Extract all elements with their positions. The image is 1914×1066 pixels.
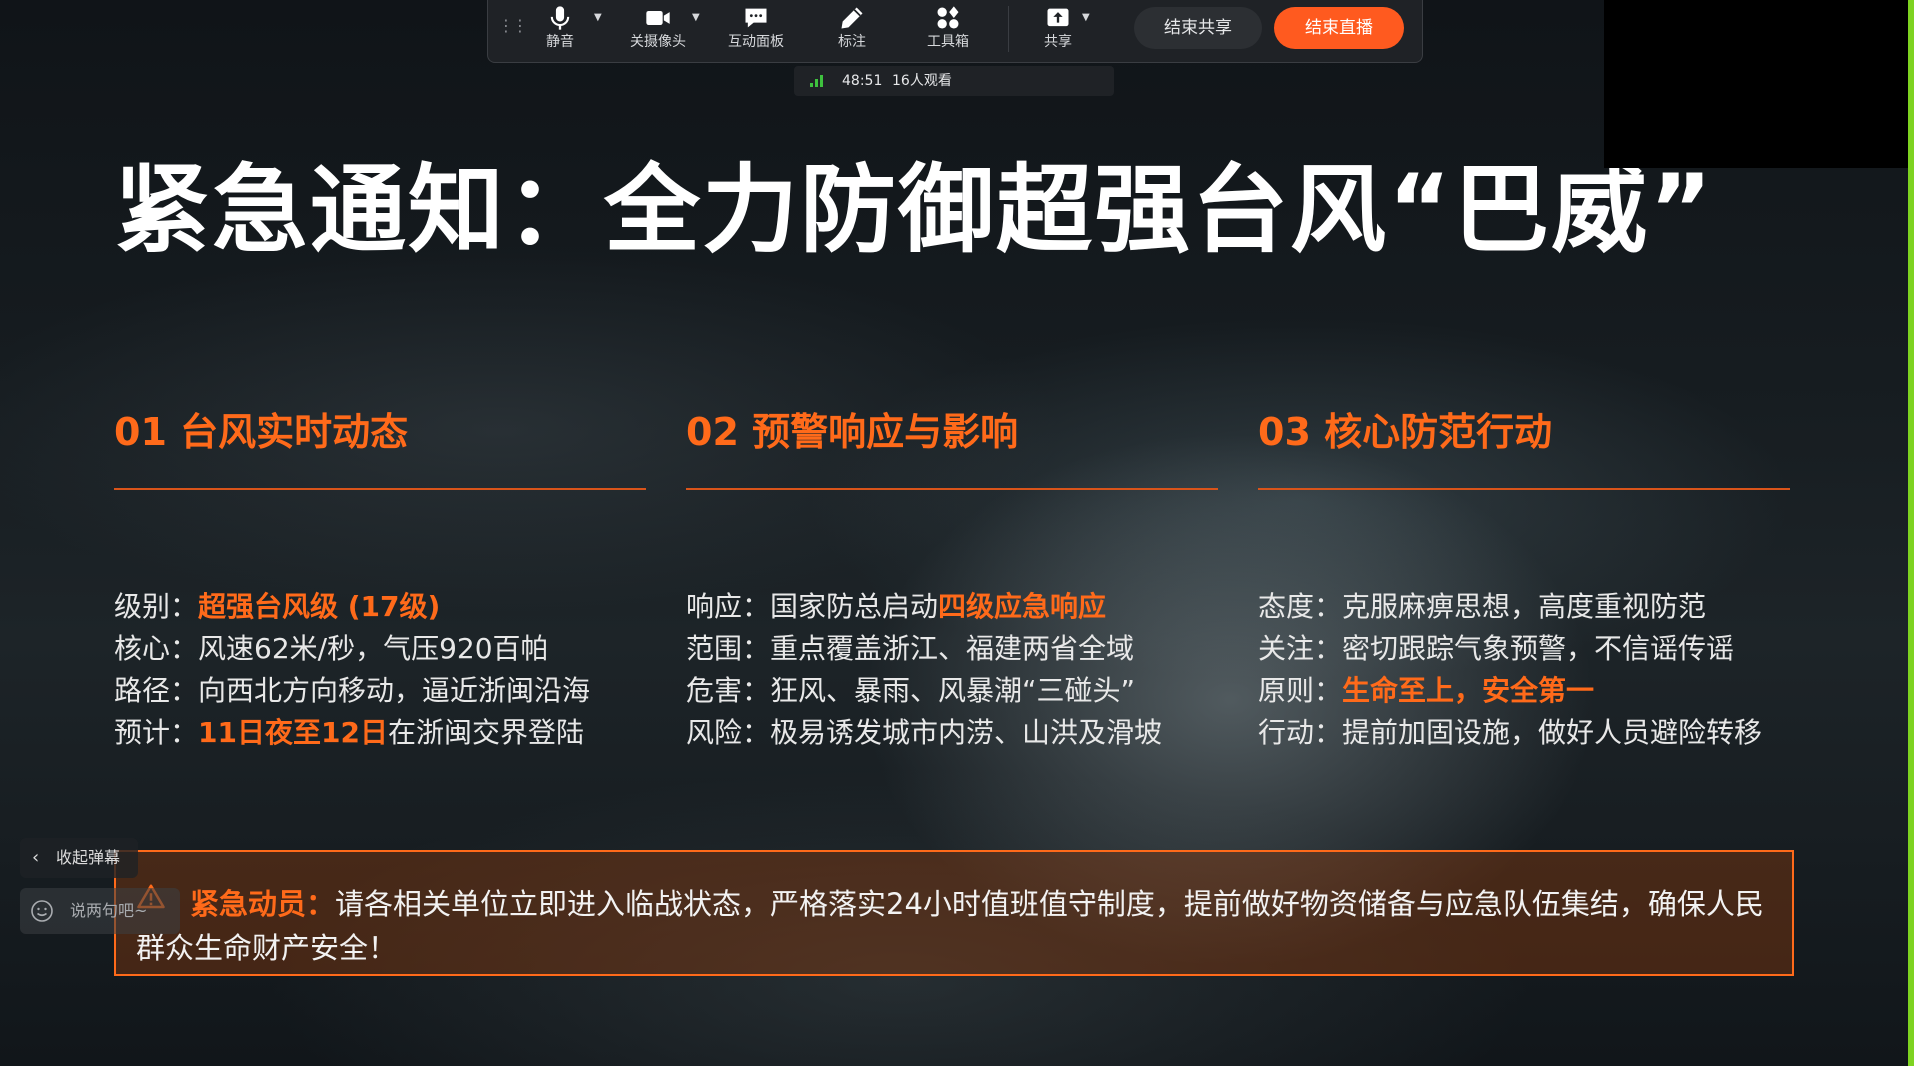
list-item: 核心：风速62米/秒，气压920百帕 — [114, 632, 549, 665]
column-divider — [114, 488, 646, 490]
column-heading: 03 核心防范行动 — [1258, 410, 1553, 454]
mute-button[interactable]: 静音 — [520, 0, 600, 62]
list-item: 风险：极易诱发城市内涝、山洪及滑坡 — [686, 716, 1163, 749]
emoji-icon — [31, 900, 53, 922]
live-status-bar: 48:51 16人观看 — [794, 66, 1114, 96]
emergency-label: 紧急动员： — [190, 887, 336, 921]
camera-options-chevron-down-icon[interactable]: ▼ — [692, 12, 700, 23]
share-options-chevron-down-icon[interactable]: ▼ — [1082, 12, 1090, 23]
emergency-notice-box: 紧急动员：请各相关单位立即进入临战状态，严格落实24小时值班值守制度，提前做好物… — [114, 850, 1794, 976]
signal-strength-icon — [810, 75, 826, 87]
column-core-actions: 03 核心防范行动 态度：克服麻痹思想，高度重视防范 关注：密切跟踪气象预警，不… — [1258, 402, 1790, 749]
annotate-button[interactable]: 标注 — [812, 0, 892, 62]
chevron-left-icon: ‹ — [32, 847, 40, 868]
mute-options-chevron-down-icon[interactable]: ▼ — [594, 12, 602, 23]
microphone-icon — [550, 6, 570, 30]
viewer-count: 16人观看 — [892, 73, 952, 89]
camera-icon — [646, 11, 670, 25]
column-list: 级别：超强台风级 (17级) 核心：风速62米/秒，气压920百帕 路径：向西北… — [114, 586, 674, 754]
column-divider — [1258, 488, 1790, 490]
camera-off-button[interactable]: 关摄像头 — [618, 0, 698, 62]
list-item: 关注：密切跟踪气象预警，不信谣传谣 — [1258, 632, 1735, 665]
list-item: 级别：超强台风级 (17级) — [114, 590, 441, 623]
column-heading: 02 预警响应与影响 — [686, 410, 1019, 454]
list-item: 范围：重点覆盖浙江、福建两省全域 — [686, 632, 1135, 665]
column-warning-response: 02 预警响应与影响 响应：国家防总启动四级应急响应 范围：重点覆盖浙江、福建两… — [686, 402, 1218, 749]
share-icon — [1047, 8, 1069, 27]
end-share-button[interactable]: 结束共享 — [1134, 7, 1262, 49]
column-list: 响应：国家防总启动四级应急响应 范围：重点覆盖浙江、福建两省全域 危害：狂风、暴… — [686, 586, 1246, 754]
toolbar-divider — [1008, 6, 1009, 52]
pen-icon — [841, 7, 863, 29]
danmaku-input[interactable]: 说两句吧~ — [20, 888, 180, 934]
column-typhoon-status: 01 台风实时动态 级别：超强台风级 (17级) 核心：风速62米/秒，气压92… — [114, 402, 646, 749]
toolbox-button[interactable]: 工具箱 — [908, 0, 988, 62]
list-item: 行动：提前加固设施，做好人员避险转移 — [1258, 716, 1763, 749]
camera-preview-area — [1604, 0, 1908, 168]
list-item: 原则：生命至上，安全第一 — [1258, 674, 1595, 707]
list-item: 危害：狂风、暴雨、风暴潮“三碰头” — [686, 674, 1136, 707]
slide-title: 紧急通知：全力防御超强台风“巴威” — [114, 154, 1715, 266]
end-live-button[interactable]: 结束直播 — [1274, 7, 1404, 49]
interaction-panel-button[interactable]: 互动面板 — [716, 0, 796, 62]
column-heading: 01 台风实时动态 — [114, 410, 409, 454]
emergency-notice-text: 紧急动员：请各相关单位立即进入临战状态，严格落实24小时值班值守制度，提前做好物… — [136, 887, 1764, 965]
column-divider — [686, 488, 1218, 490]
toolbox-icon — [937, 6, 959, 29]
chat-icon — [745, 8, 767, 28]
list-item: 态度：克服麻痹思想，高度重视防范 — [1258, 590, 1707, 623]
live-toolbar: ⋮⋮ 静音 ▼ 关摄像头 ▼ 互动面板 标注 工具箱 共享 ▼ 结束共享 结束直… — [487, 0, 1423, 63]
live-duration: 48:51 — [842, 73, 883, 89]
collapse-danmaku-button[interactable]: ‹ 收起弹幕 — [20, 838, 138, 878]
share-button[interactable]: 共享 — [1018, 0, 1098, 62]
share-border — [1908, 0, 1914, 1066]
list-item: 路径：向西北方向移动，逼近浙闽沿海 — [114, 674, 591, 707]
list-item: 响应：国家防总启动四级应急响应 — [686, 590, 1107, 623]
list-item: 预计：11日夜至12日在浙闽交界登陆 — [114, 716, 584, 749]
column-list: 态度：克服麻痹思想，高度重视防范 关注：密切跟踪气象预警，不信谣传谣 原则：生命… — [1258, 586, 1818, 754]
